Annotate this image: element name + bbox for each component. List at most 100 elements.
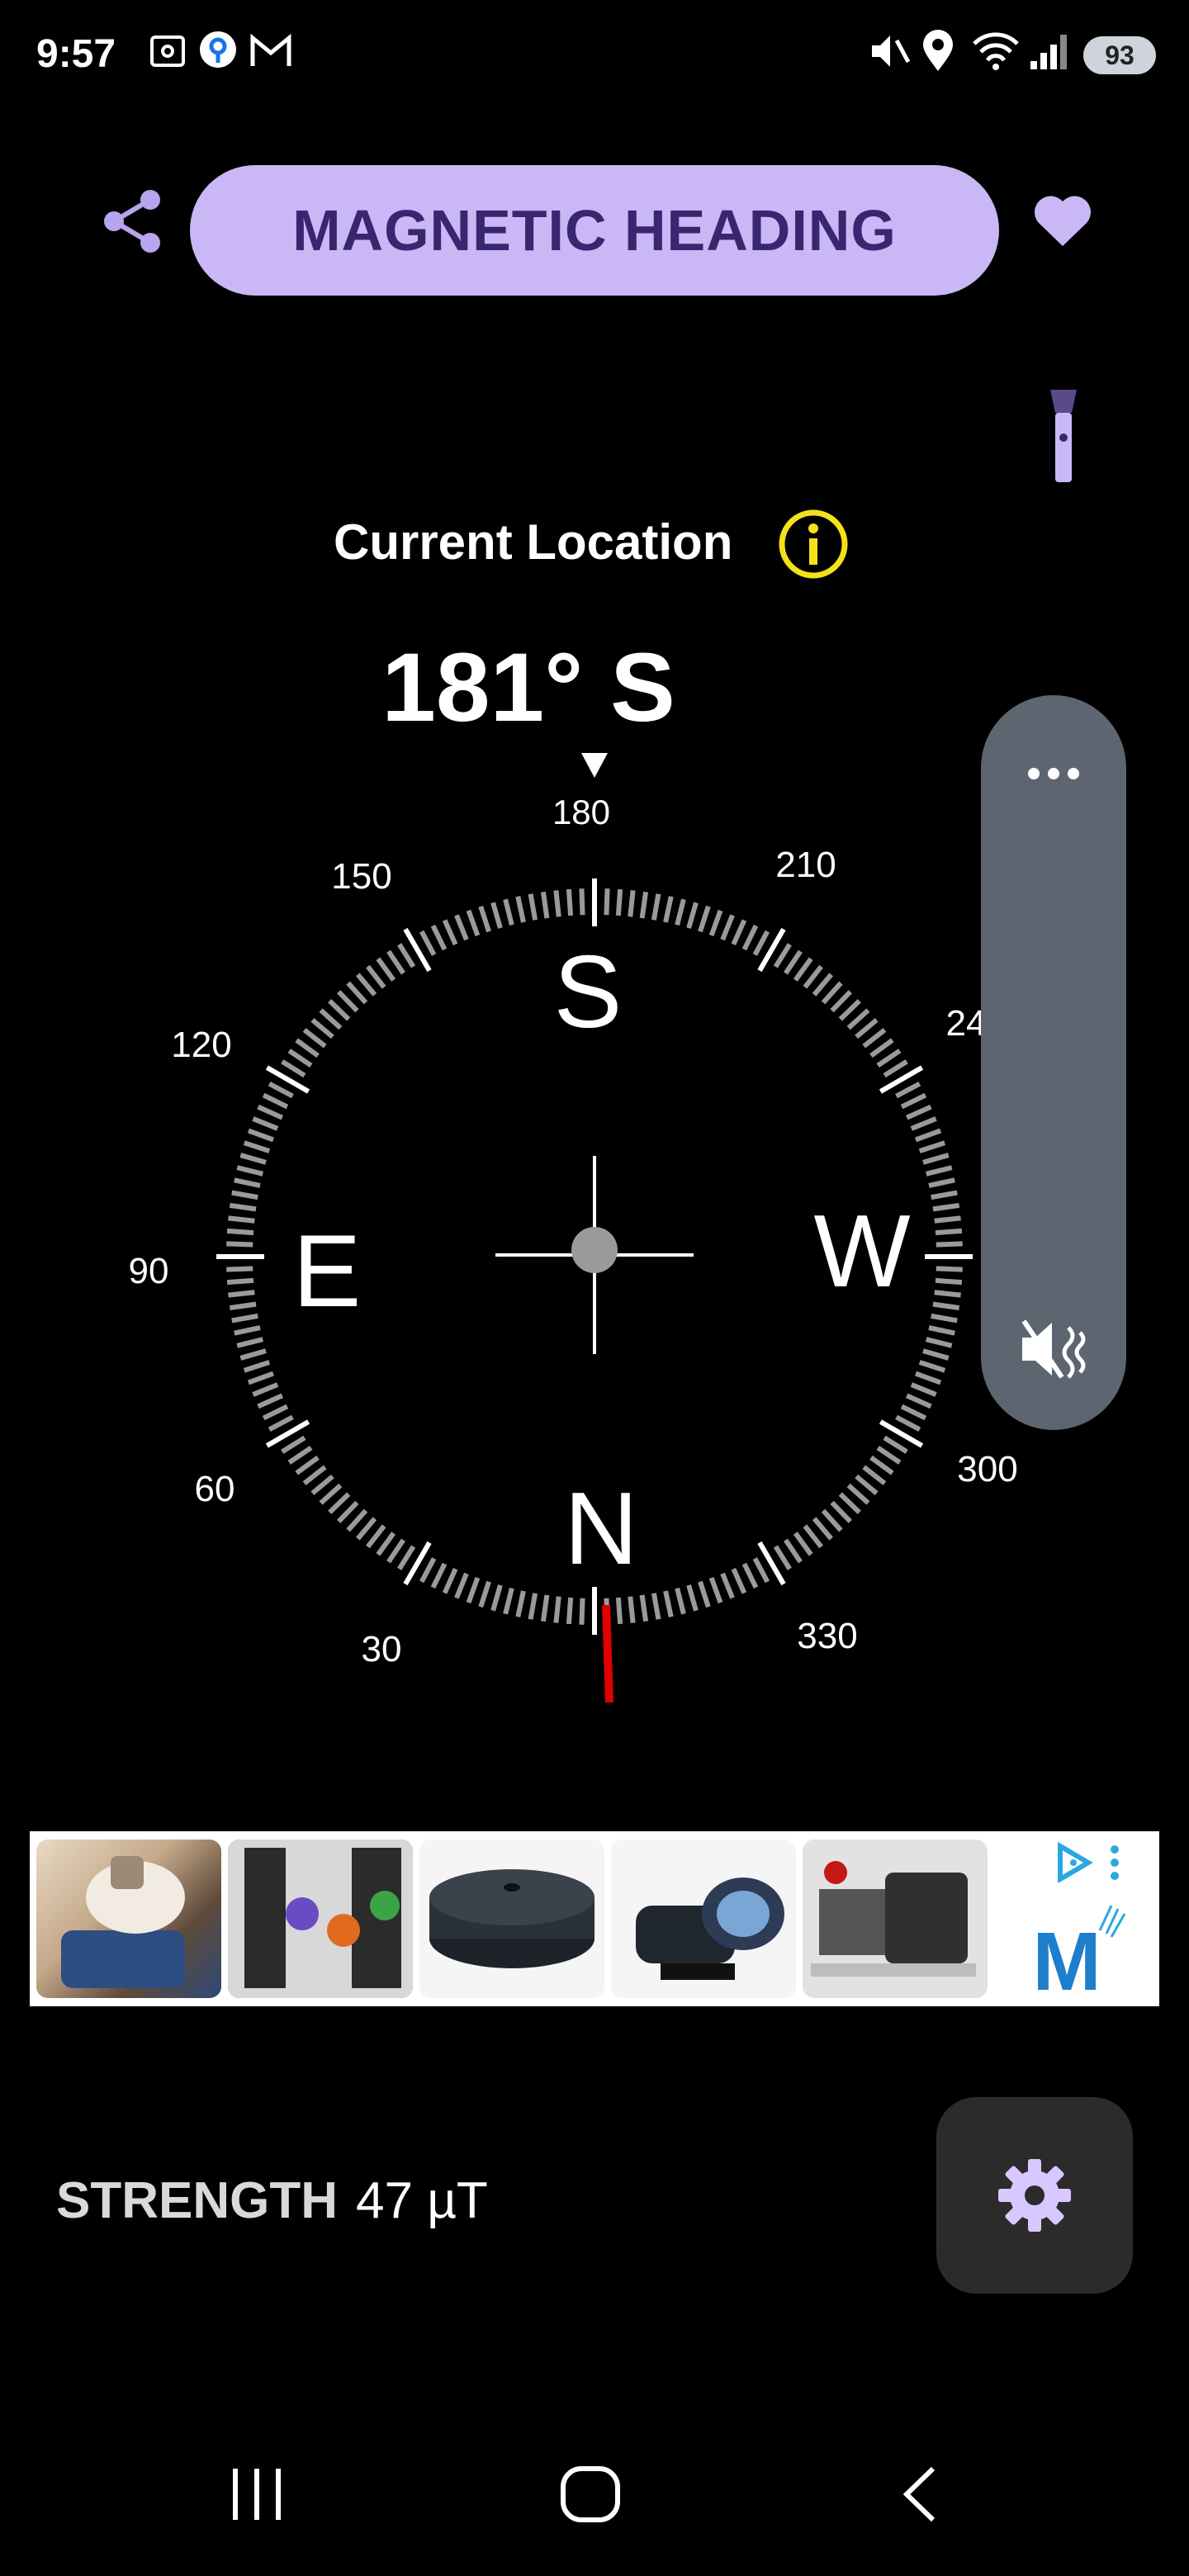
minor-tick — [846, 1483, 870, 1505]
minor-tick — [295, 1038, 320, 1058]
recents-button[interactable] — [228, 2465, 286, 2523]
minor-tick — [239, 1348, 267, 1361]
volume-panel — [981, 695, 1126, 1430]
ad-banner[interactable]: M — [30, 1831, 1159, 2008]
minor-tick — [386, 1538, 405, 1564]
info-button[interactable] — [776, 507, 850, 585]
minor-tick — [310, 1018, 334, 1039]
minor-tick — [319, 1008, 343, 1030]
minor-tick — [803, 1524, 823, 1549]
strength-value: 47 µT — [356, 2172, 488, 2229]
minor-tick — [876, 1446, 902, 1465]
degree-label-150: 150 — [331, 856, 391, 897]
minor-tick — [228, 1215, 255, 1224]
minor-tick — [883, 1435, 908, 1454]
minor-tick — [490, 902, 503, 929]
cardinal-east: E — [293, 1215, 362, 1328]
more-options-button[interactable] — [1021, 761, 1087, 790]
minor-tick — [883, 1059, 908, 1078]
minor-tick — [934, 1290, 961, 1298]
minor-tick — [243, 1140, 271, 1153]
minor-tick — [231, 1190, 258, 1200]
cardinal-south: S — [554, 935, 623, 1049]
minor-tick — [628, 890, 636, 917]
ad-product-image[interactable] — [803, 1840, 988, 1998]
pointer-label: 180 — [552, 793, 610, 831]
heading-pointer — [581, 753, 608, 778]
field-strength: STRENGTH 47 µT — [56, 2171, 488, 2230]
back-button[interactable] — [900, 2465, 941, 2523]
ad-product-image[interactable] — [419, 1840, 604, 1998]
minor-tick — [490, 1584, 503, 1612]
minor-tick — [935, 1277, 963, 1286]
back-icon — [902, 2466, 936, 2522]
minor-tick — [540, 891, 550, 919]
minor-tick — [686, 1584, 699, 1612]
settings-button[interactable] — [936, 2097, 1133, 2294]
flashlight-icon — [1050, 390, 1077, 482]
minor-tick — [931, 1313, 958, 1324]
minor-tick — [651, 1593, 661, 1620]
minor-tick — [454, 914, 469, 941]
minor-tick — [935, 1228, 963, 1236]
sound-mode-button[interactable] — [1019, 1316, 1090, 1386]
mute-vibrate-icon — [869, 30, 912, 73]
minor-tick — [247, 1371, 274, 1385]
minor-tick — [310, 1474, 334, 1495]
minor-tick — [337, 1500, 359, 1523]
minor-tick — [918, 1140, 946, 1153]
minor-tick — [615, 888, 623, 916]
flashlight-button[interactable] — [1049, 388, 1078, 488]
minor-tick — [932, 1301, 960, 1311]
ad-product-image[interactable] — [611, 1840, 796, 1998]
minor-tick — [366, 964, 386, 989]
minor-tick — [287, 1446, 313, 1465]
minor-tick — [553, 890, 561, 917]
minor-tick — [442, 919, 458, 946]
location-label: Current Location — [334, 514, 733, 570]
minor-tick — [236, 1165, 264, 1177]
minor-tick — [663, 1590, 674, 1617]
minor-tick — [895, 1414, 921, 1432]
minor-tick — [793, 1532, 813, 1556]
ad-product-image[interactable] — [36, 1840, 221, 1998]
mode-title: MAGNETIC HEADING — [292, 198, 897, 263]
minor-tick — [675, 898, 686, 926]
ad-choices-icon[interactable] — [1052, 1841, 1126, 1887]
minor-tick — [553, 1596, 561, 1623]
minor-tick — [346, 1508, 368, 1532]
favorite-button[interactable] — [1032, 193, 1093, 252]
minor-tick — [720, 914, 735, 941]
minor-tick — [386, 949, 405, 975]
minor-tick — [936, 1241, 963, 1248]
minor-tick — [262, 1092, 289, 1110]
minor-tick — [708, 1577, 723, 1604]
minor-tick — [784, 949, 803, 975]
minor-tick — [302, 1028, 327, 1049]
minor-tick — [928, 1325, 955, 1336]
minor-tick — [356, 1517, 377, 1541]
minor-tick — [579, 1598, 585, 1625]
minor-tick — [356, 973, 377, 997]
ad-brand-mark: M — [1032, 1915, 1101, 1996]
ad-product-image[interactable] — [228, 1840, 413, 1998]
minor-tick — [366, 1524, 386, 1549]
minor-tick — [397, 943, 416, 968]
home-button[interactable] — [558, 2464, 624, 2525]
minor-tick — [454, 1572, 469, 1599]
minor-tick — [731, 1567, 747, 1594]
degree-label-210: 210 — [775, 845, 836, 885]
degree-label-120: 120 — [171, 1025, 231, 1065]
minor-tick — [234, 1325, 261, 1336]
recents-icon — [233, 2469, 281, 2520]
signal-icon — [1029, 30, 1072, 73]
minor-tick — [876, 1049, 902, 1068]
minor-tick — [302, 1465, 327, 1485]
mode-title-button[interactable]: MAGNETIC HEADING — [190, 165, 999, 296]
minor-tick — [784, 1538, 803, 1564]
ad-brand-logo[interactable]: M — [1021, 1897, 1136, 2008]
minor-tick — [773, 943, 792, 968]
minor-tick — [922, 1348, 950, 1361]
share-button[interactable] — [101, 187, 165, 260]
heart-icon — [1035, 196, 1091, 246]
